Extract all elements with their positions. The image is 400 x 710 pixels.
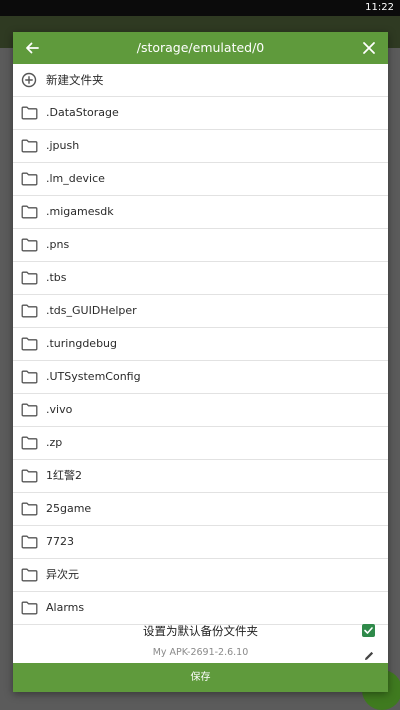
folder-list-item[interactable]: .UTSystemConfig <box>13 361 388 394</box>
folder-icon <box>21 600 39 616</box>
row-label: .DataStorage <box>46 106 119 119</box>
backup-name-row: My APK-2691-2.6.10 <box>13 643 388 663</box>
folder-list-item[interactable]: 1红警2 <box>13 460 388 493</box>
row-label: .zp <box>46 436 63 449</box>
folder-icon <box>21 237 39 253</box>
folder-picker-dialog: /storage/emulated/0 新建文件夹 .DataStorage .jp… <box>13 32 388 692</box>
status-bar: 11:22 <box>0 0 400 16</box>
close-icon[interactable] <box>360 39 378 57</box>
current-path: /storage/emulated/0 <box>136 40 265 55</box>
folder-icon <box>21 138 39 154</box>
row-label: .migamesdk <box>46 205 114 218</box>
folder-list-item[interactable]: .zp <box>13 427 388 460</box>
new-folder-item[interactable]: 新建文件夹 <box>13 64 388 97</box>
folder-list-item[interactable]: .jpush <box>13 130 388 163</box>
row-label: 异次元 <box>46 568 79 581</box>
folder-icon <box>21 501 39 517</box>
row-label: 25game <box>46 502 92 515</box>
folder-icon <box>21 270 39 286</box>
folder-list-item[interactable]: .DataStorage <box>13 97 388 130</box>
folder-list-item[interactable]: .migamesdk <box>13 196 388 229</box>
folder-list-item[interactable]: 25game <box>13 493 388 526</box>
folder-icon <box>21 369 39 385</box>
folder-icon <box>21 303 39 319</box>
backup-name-text: My APK-2691-2.6.10 <box>152 647 249 658</box>
folder-list-item[interactable]: 异次元 <box>13 559 388 592</box>
folder-icon <box>21 435 39 451</box>
row-label: 7723 <box>46 535 74 548</box>
row-label: .jpush <box>46 139 80 152</box>
folder-list-item[interactable]: .pns <box>13 229 388 262</box>
folder-icon <box>21 468 39 484</box>
folder-icon <box>21 336 39 352</box>
folder-icon <box>21 204 39 220</box>
row-label: .turingdebug <box>46 337 118 350</box>
folder-list-item[interactable]: .turingdebug <box>13 328 388 361</box>
pencil-icon[interactable] <box>363 647 375 660</box>
row-label: .pns <box>46 238 70 251</box>
row-label: 1红警2 <box>46 469 82 482</box>
folder-list-item[interactable]: .vivo <box>13 394 388 427</box>
back-arrow-icon[interactable] <box>23 39 41 57</box>
folder-list-item[interactable]: .tds_GUIDHelper <box>13 295 388 328</box>
folder-list-item[interactable]: .lm_device <box>13 163 388 196</box>
folder-icon <box>21 567 39 583</box>
save-button[interactable]: 保存 <box>13 663 388 692</box>
folder-icon <box>21 171 39 187</box>
row-label: .lm_device <box>46 172 105 185</box>
row-label: 新建文件夹 <box>46 73 104 87</box>
status-time: 11:22 <box>365 2 394 13</box>
set-default-checkbox[interactable] <box>362 624 375 637</box>
folder-icon <box>21 534 39 550</box>
folder-list-item[interactable]: .tbs <box>13 262 388 295</box>
dialog-header: /storage/emulated/0 <box>13 32 388 64</box>
row-label: .tds_GUIDHelper <box>46 304 137 317</box>
folder-icon <box>21 402 39 418</box>
set-default-row: 设置为默认备份文件夹 <box>13 619 388 643</box>
set-default-label: 设置为默认备份文件夹 <box>143 624 258 638</box>
row-label: .vivo <box>46 403 73 416</box>
row-label: .tbs <box>46 271 67 284</box>
row-label: .UTSystemConfig <box>46 370 141 383</box>
folder-icon <box>21 105 39 121</box>
add-circle-icon <box>21 72 39 88</box>
folder-list-item[interactable]: 7723 <box>13 526 388 559</box>
